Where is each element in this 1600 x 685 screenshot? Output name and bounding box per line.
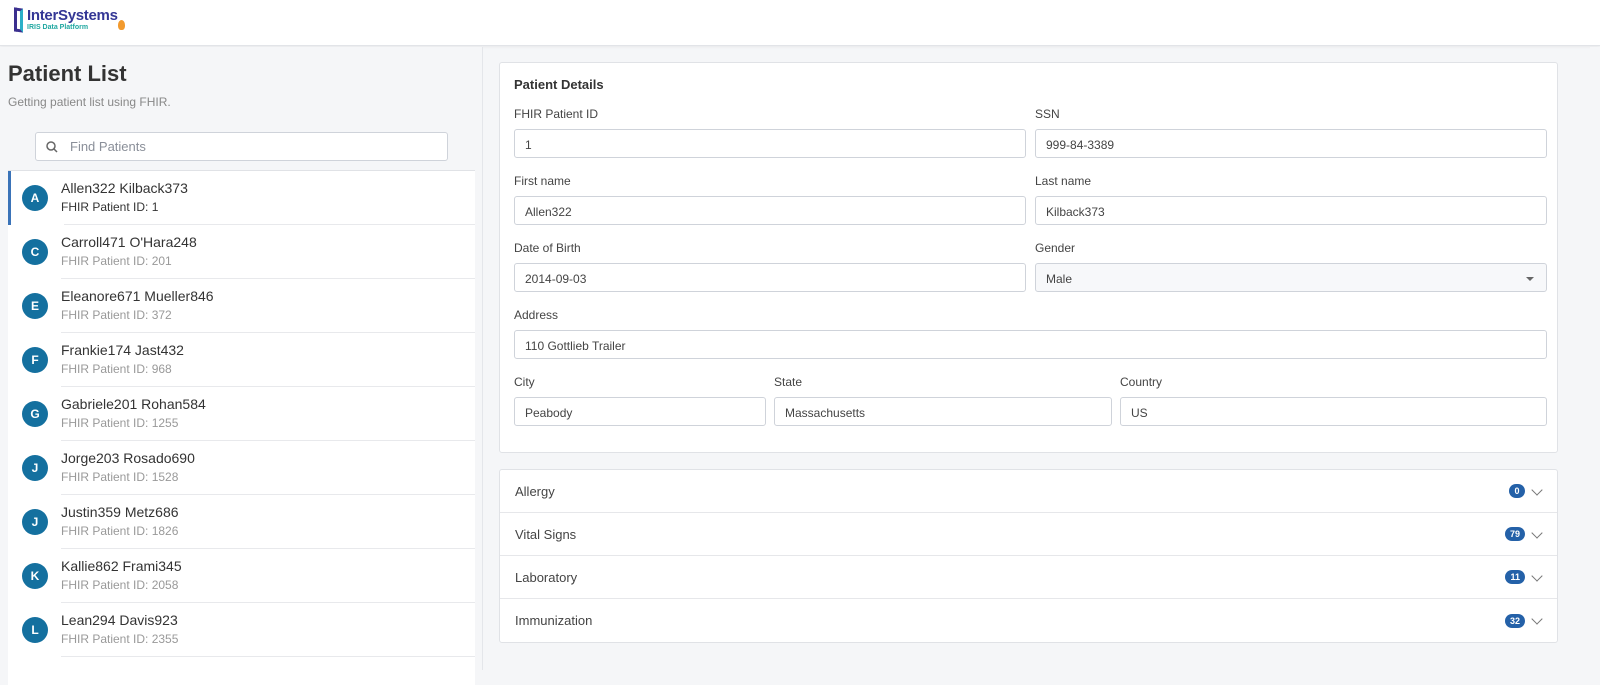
patient-id: FHIR Patient ID: 2355	[61, 632, 179, 646]
avatar: L	[22, 617, 48, 643]
count-badge: 32	[1504, 613, 1525, 628]
gender-select[interactable]: Male	[1035, 263, 1547, 292]
patient-list-item[interactable]: E Eleanore671 Mueller846 FHIR Patient ID…	[8, 279, 475, 333]
patient-name: Jorge203 Rosado690	[61, 450, 195, 466]
page-title: Patient List	[8, 61, 127, 86]
patient-list: Find Patients A Allen322 Kilback373 FHIR…	[8, 125, 475, 685]
avatar: F	[22, 347, 48, 373]
accordion-section-vital-signs[interactable]: Vital Signs 79	[500, 513, 1557, 556]
patient-list-item[interactable]: K Kallie862 Frami345 FHIR Patient ID: 20…	[8, 549, 475, 603]
intersystems-logo[interactable]: InterSystems IRIS Data Platform	[14, 7, 125, 33]
count-badge: 0	[1509, 484, 1525, 498]
avatar: J	[22, 509, 48, 535]
patient-name: Lean294 Davis923	[61, 612, 178, 628]
patient-name: Carroll471 O'Hara248	[61, 234, 197, 250]
search-input[interactable]: Find Patients	[35, 132, 448, 161]
gender-value: Male	[1046, 272, 1073, 286]
chevron-down-icon[interactable]	[1531, 613, 1543, 625]
logo-title: InterSystems	[27, 7, 118, 24]
patient-list-panel: Patient List Getting patient list using …	[0, 47, 483, 685]
avatar: C	[22, 239, 48, 265]
patient-id: FHIR Patient ID: 372	[61, 308, 172, 322]
fhir-id-label: FHIR Patient ID	[514, 107, 599, 121]
gender-label: Gender	[1035, 241, 1076, 255]
accordion-section-allergy[interactable]: Allergy 0	[500, 470, 1557, 513]
patient-details-title: Patient Details	[514, 77, 604, 92]
page-subtitle: Getting patient list using FHIR.	[8, 95, 171, 109]
dob-label: Date of Birth	[514, 241, 581, 255]
country-label: Country	[1120, 375, 1163, 389]
patient-list-item[interactable]: C Carroll471 O'Hara248 FHIR Patient ID: …	[8, 225, 475, 279]
patient-id: FHIR Patient ID: 1255	[61, 416, 179, 430]
dob-field[interactable]: 2014-09-03	[514, 263, 1026, 292]
avatar: J	[22, 455, 48, 481]
avatar: E	[22, 293, 48, 319]
city-label: City	[514, 375, 535, 389]
patient-id: FHIR Patient ID: 1	[61, 200, 159, 214]
section-label: Laboratory	[515, 569, 578, 585]
avatar: G	[22, 401, 48, 427]
search-bar: Find Patients	[8, 125, 475, 171]
avatar: A	[22, 185, 48, 211]
scrollbar[interactable]	[1590, 47, 1600, 670]
patient-name: Gabriele201 Rohan584	[61, 396, 206, 412]
chevron-down-icon[interactable]	[1531, 527, 1543, 539]
first-name-label: First name	[514, 174, 571, 188]
city-field[interactable]: Peabody	[514, 397, 766, 426]
patient-id: FHIR Patient ID: 1826	[61, 524, 179, 538]
patient-details-card: Patient Details FHIR Patient ID 1 SSN 99…	[499, 62, 1558, 453]
state-label: State	[774, 375, 803, 389]
patient-id: FHIR Patient ID: 968	[61, 362, 172, 376]
address-field[interactable]: 110 Gottlieb Trailer	[514, 330, 1547, 359]
last-name-label: Last name	[1035, 174, 1092, 188]
ssn-label: SSN	[1035, 107, 1060, 121]
count-badge: 11	[1505, 570, 1525, 584]
search-placeholder: Find Patients	[70, 139, 146, 154]
patient-list-item[interactable]: G Gabriele201 Rohan584 FHIR Patient ID: …	[8, 387, 475, 441]
patient-list-item[interactable]: L Lean294 Davis923 FHIR Patient ID: 2355	[8, 603, 475, 657]
patient-id: FHIR Patient ID: 201	[61, 254, 172, 268]
section-label: Immunization	[515, 613, 593, 628]
patient-name: Frankie174 Jast432	[61, 342, 184, 358]
app-header: InterSystems IRIS Data Platform	[0, 0, 1600, 46]
accordion-section-immunization[interactable]: Immunization 32	[500, 599, 1557, 642]
country-field[interactable]: US	[1120, 397, 1547, 426]
patient-name: Allen322 Kilback373	[61, 180, 188, 196]
state-field[interactable]: Massachusetts	[774, 397, 1112, 426]
logo-mark-icon	[14, 7, 23, 33]
patient-list-item[interactable]: F Frankie174 Jast432 FHIR Patient ID: 96…	[8, 333, 475, 387]
chevron-down-icon[interactable]	[1531, 570, 1543, 582]
address-label: Address	[514, 308, 559, 322]
avatar: K	[22, 563, 48, 589]
section-label: Vital Signs	[515, 526, 577, 542]
logo-subtitle: IRIS Data Platform	[27, 24, 89, 31]
patient-id: FHIR Patient ID: 1528	[61, 470, 179, 484]
clinical-sections-accordion: Allergy 0 Vital Signs 79 Laboratory 11 I…	[499, 469, 1558, 643]
patient-name: Justin359 Metz686	[61, 504, 179, 520]
flame-icon	[118, 20, 125, 30]
ssn-field[interactable]: 999-84-3389	[1035, 129, 1547, 158]
accordion-section-laboratory[interactable]: Laboratory 11	[500, 556, 1557, 599]
chevron-down-icon[interactable]	[1531, 484, 1543, 496]
caret-down-icon	[1526, 277, 1534, 281]
patient-list-item[interactable]: A Allen322 Kilback373 FHIR Patient ID: 1	[8, 171, 475, 225]
patient-list-item[interactable]: J Jorge203 Rosado690 FHIR Patient ID: 15…	[8, 441, 475, 495]
divider	[61, 656, 475, 657]
fhir-id-field[interactable]: 1	[514, 129, 1026, 158]
patient-name: Eleanore671 Mueller846	[61, 288, 214, 304]
last-name-field[interactable]: Kilback373	[1035, 196, 1547, 225]
patient-list-item[interactable]: J Justin359 Metz686 FHIR Patient ID: 182…	[8, 495, 475, 549]
section-label: Allergy	[515, 483, 555, 499]
search-icon	[46, 140, 58, 153]
patient-id: FHIR Patient ID: 2058	[61, 578, 179, 592]
patient-name: Kallie862 Frami345	[61, 558, 182, 574]
count-badge: 79	[1504, 527, 1525, 541]
first-name-field[interactable]: Allen322	[514, 196, 1026, 225]
